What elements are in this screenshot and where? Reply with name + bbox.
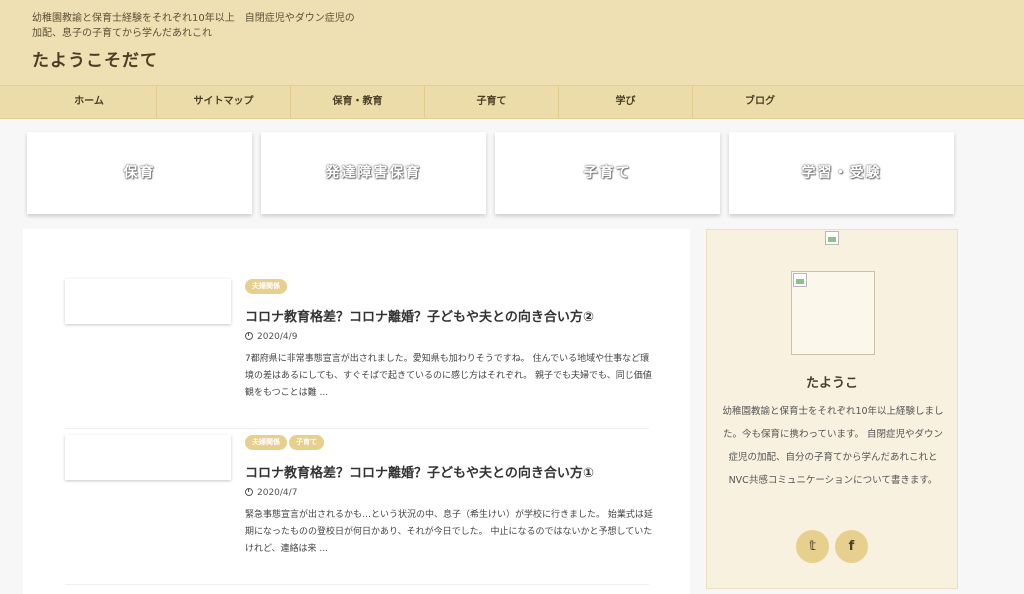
profile-name: たようこ [805, 376, 858, 391]
tag-badge[interactable]: 夫婦関係 [245, 279, 287, 294]
category-card-study-exam[interactable]: 学習・受験 [729, 132, 954, 214]
article-excerpt: 緊急事態宣言が出されるかも…という状況の中、息子（希生けい）が学校に行きました。… [245, 510, 653, 554]
avatar [791, 271, 875, 355]
site-tagline: 幼稚園教諭と保育士経験をそれぞれ10年以上 自閉症児やダウン症児の加配、息子の子… [32, 13, 355, 39]
category-card-developmental-disorder[interactable]: 発達障害保育 [261, 132, 486, 214]
category-card-parenting[interactable]: 子育て [495, 132, 720, 214]
nav-item-childcare-education[interactable]: 保育・教育 [291, 86, 425, 118]
article-excerpt: 7都府県に非常事態宣言が出されました。愛知県も加わりそうですね。 住んでいる地域… [245, 354, 652, 398]
nav-item-learning[interactable]: 学び [559, 86, 693, 118]
article-date-text: 2020/4/9 [257, 332, 298, 342]
broken-image-icon [793, 273, 807, 287]
profile-description: 幼稚園教諭と保育士をそれぞれ10年以上経験しました。今も保育に携わっています。 … [722, 406, 944, 486]
nav-item-home[interactable]: ホーム [22, 86, 157, 118]
article-tags: 夫婦関係 子育て [245, 435, 326, 450]
tag-badge[interactable]: 子育て [289, 435, 324, 450]
tag-badge[interactable]: 夫婦関係 [245, 435, 287, 450]
article-card[interactable]: 夫婦関係 子育て コロナ教育格差？コロナ離婚？子どもや夫との向き合い方① 2020… [65, 435, 653, 585]
article-tags: 夫婦関係 [245, 279, 289, 294]
category-card-childcare[interactable]: 保育 [27, 132, 252, 214]
twitter-icon[interactable]: 𝕥 [796, 530, 829, 563]
article-thumbnail[interactable] [65, 279, 231, 324]
article-date: 2020/4/7 [245, 488, 297, 498]
article-list: 夫婦関係 コロナ教育格差？コロナ離婚？子どもや夫との向き合い方② 2020/4/… [23, 229, 690, 594]
global-nav: ホーム サイトマップ 保育・教育 子育て 学び ブログ [0, 85, 1024, 119]
broken-image-icon [825, 231, 839, 245]
nav-item-sitemap[interactable]: サイトマップ [157, 86, 291, 118]
article-card[interactable]: 夫婦関係 コロナ教育格差？コロナ離婚？子どもや夫との向き合い方② 2020/4/… [65, 279, 652, 429]
profile-widget: たようこ 幼稚園教諭と保育士をそれぞれ10年以上経験しました。今も保育に携わって… [706, 229, 958, 589]
site-title[interactable]: たようこそだて [32, 46, 158, 71]
article-date-text: 2020/4/7 [257, 488, 298, 498]
article-title[interactable]: コロナ教育格差？コロナ離婚？子どもや夫との向き合い方① [245, 462, 665, 481]
article-thumbnail[interactable] [65, 435, 231, 480]
clock-icon [245, 332, 253, 340]
site-header: 幼稚園教諭と保育士経験をそれぞれ10年以上 自閉症児やダウン症児の加配、息子の子… [0, 0, 1024, 85]
clock-icon [245, 488, 253, 496]
facebook-icon[interactable]: f [835, 530, 868, 563]
article-title[interactable]: コロナ教育格差？コロナ離婚？子どもや夫との向き合い方② [245, 306, 665, 325]
article-date: 2020/4/9 [245, 332, 297, 342]
nav-item-parenting[interactable]: 子育て [425, 86, 559, 118]
nav-item-blog[interactable]: ブログ [693, 86, 827, 118]
